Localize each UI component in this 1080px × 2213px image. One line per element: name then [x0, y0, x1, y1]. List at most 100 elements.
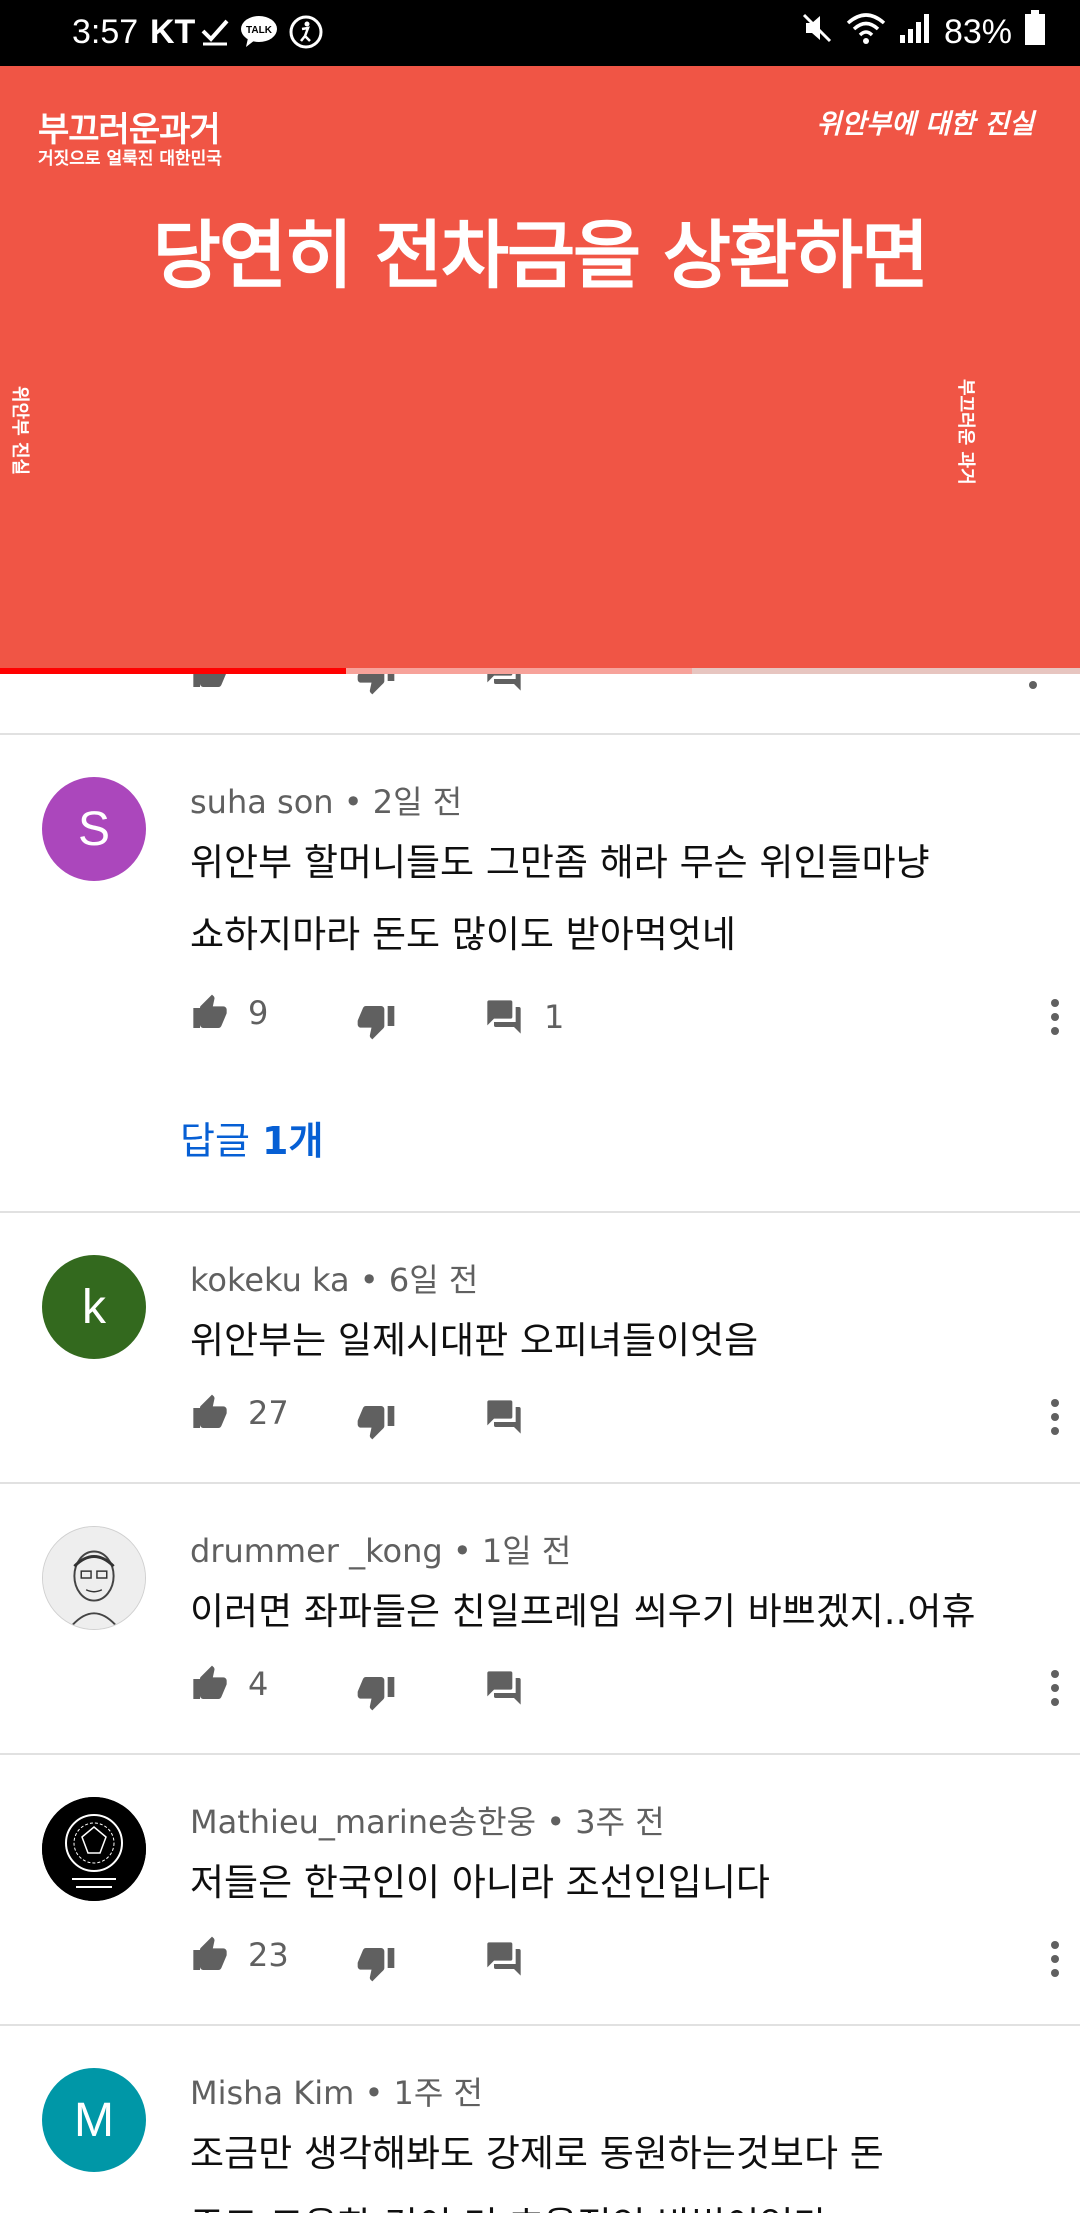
comment-line: 쇼하지마라 돈도 많이도 받아먹엇네 [190, 913, 736, 956]
status-time: 3:57 [72, 13, 139, 51]
status-carrier: KT [150, 13, 196, 51]
replies-link-count: 1개 [262, 1119, 324, 1163]
like-button[interactable]: 9 [190, 993, 268, 1033]
comment-line: 조금만 생각해봐도 강제로 동원하는것보다 돈 [190, 2132, 884, 2175]
sketch-portrait-avatar-icon [43, 1527, 145, 1629]
meta-separator: • [442, 1532, 482, 1570]
dislike-button[interactable] [356, 1943, 396, 1983]
meta-separator: • [354, 2074, 394, 2112]
dislike-button[interactable] [356, 1672, 396, 1712]
more-options-icon[interactable] [1028, 674, 1038, 694]
meta-separator: • [333, 783, 373, 821]
status-right: 83% [800, 10, 1046, 55]
reply-icon[interactable] [484, 674, 524, 698]
accessibility-icon [288, 14, 324, 59]
comment-author[interactable]: drummer _kong [190, 1532, 443, 1570]
video-side-text-right: 부끄러운 과거 [955, 379, 977, 485]
dislike-icon[interactable] [356, 674, 396, 700]
signal-icon [898, 11, 932, 54]
view-replies-link[interactable]: 답글 1개 [180, 1110, 323, 1165]
reply-button[interactable] [484, 1939, 524, 1979]
talk-icon: TALK [240, 14, 278, 57]
like-icon[interactable] [190, 674, 230, 696]
club-badge-avatar-icon [42, 1797, 146, 1901]
avatar[interactable]: k [42, 1255, 146, 1359]
comment-actions: 23 [190, 1935, 1060, 1985]
like-count: 27 [248, 1394, 289, 1432]
like-count: 4 [248, 1665, 269, 1703]
comment: S suha son • 2일 전 위안부 할머니들도 그만좀 해라 무슨 위인… [0, 735, 1080, 1209]
meta-separator: • [349, 1261, 389, 1299]
reply-count: 1 [544, 998, 565, 1036]
dislike-button[interactable] [356, 1401, 396, 1441]
video-headline: 당연히 전차금을 상환하면 [152, 213, 929, 299]
comment-meta: suha son • 2일 전 [190, 777, 462, 823]
comment-time[interactable]: 3주 전 [575, 1803, 664, 1841]
comment: k kokeku ka • 6일 전 위안부는 일제시대판 오피녀들이엇음 27 [0, 1213, 1080, 1483]
partial-action-row [0, 674, 1080, 734]
comment: drummer _kong • 1일 전 이러면 좌파들은 친일프레임 씌우기 … [0, 1484, 1080, 1754]
video-corner-text: 위안부에 대한 진실 [816, 109, 1034, 140]
comment-author[interactable]: kokeku ka [190, 1261, 350, 1299]
comment-actions: 4 [190, 1664, 1060, 1714]
comment-text: 위안부는 일제시대판 오피녀들이엇음 [190, 1305, 1050, 1377]
comment-time[interactable]: 6일 전 [389, 1261, 478, 1299]
avatar[interactable]: M [42, 2068, 146, 2172]
more-options-button[interactable] [1050, 997, 1060, 1041]
like-button[interactable]: 23 [190, 1935, 289, 1975]
comment-meta: drummer _kong • 1일 전 [190, 1526, 571, 1572]
avatar[interactable] [42, 1797, 146, 1901]
svg-text:TALK: TALK [246, 25, 273, 36]
dislike-icon [357, 1677, 395, 1711]
video-player[interactable]: 부끄러운과거 거짓으로 얼룩진 대한민국 위안부에 대한 진실 당연히 전차금을… [0, 66, 1080, 674]
like-button[interactable]: 27 [190, 1393, 289, 1433]
more-options-icon [1051, 1399, 1059, 1435]
wifi-icon [846, 11, 886, 54]
video-side-text-left: 위안부 진실 [9, 386, 30, 476]
comment-line: 위안부는 일제시대판 오피녀들이엇음 [190, 1319, 759, 1362]
dislike-button[interactable] [356, 1001, 396, 1041]
reply-button[interactable] [484, 1668, 524, 1708]
comment-time[interactable]: 2일 전 [373, 783, 462, 821]
comment-author[interactable]: Mathieu_marine송한웅 [190, 1803, 536, 1841]
dislike-icon [357, 1406, 395, 1440]
channel-logo-subtitle: 거짓으로 얼룩진 대한민국 [38, 149, 222, 169]
reply-icon [487, 1000, 521, 1034]
avatar[interactable]: S [42, 777, 146, 881]
like-icon [193, 994, 227, 1028]
comment-meta: Mathieu_marine송한웅 • 3주 전 [190, 1797, 665, 1843]
comment-author[interactable]: Misha Kim [190, 2074, 354, 2112]
more-options-icon [1051, 1670, 1059, 1706]
avatar-letter: S [77, 802, 110, 856]
comment: M Misha Kim • 1주 전 조금만 생각해봐도 강제로 동원하는것보다… [0, 2026, 1080, 2213]
like-button[interactable]: 4 [190, 1664, 268, 1704]
comment-line: 위안부 할머니들도 그만좀 해라 무슨 위인들마냥 [190, 841, 930, 884]
comment-actions: 27 [190, 1393, 1060, 1443]
replies-link-prefix: 답글 [180, 1119, 262, 1163]
more-options-button[interactable] [1050, 1939, 1060, 1983]
like-count: 9 [248, 994, 269, 1032]
comment-line: 이러면 좌파들은 친일프레임 씌우기 바쁘겠지..어휴 [190, 1590, 976, 1633]
reply-button[interactable] [484, 1397, 524, 1437]
comment-time[interactable]: 1주 전 [394, 2074, 483, 2112]
like-icon [193, 1936, 227, 1970]
mute-icon [800, 11, 834, 54]
comment-text: 저들은 한국인이 아니라 조선인입니다 [190, 1847, 1050, 1919]
more-options-button[interactable] [1050, 1668, 1060, 1712]
more-options-button[interactable] [1050, 1397, 1060, 1441]
dislike-icon [357, 1948, 395, 1982]
comment-text: 이러면 좌파들은 친일프레임 씌우기 바쁘겠지..어휴 [190, 1576, 1050, 1648]
avatar-letter: k [82, 1280, 106, 1334]
dislike-icon [357, 1006, 395, 1040]
like-count: 23 [248, 1936, 289, 1974]
comment-meta: kokeku ka • 6일 전 [190, 1255, 478, 1301]
comment-text: 조금만 생각해봐도 강제로 동원하는것보다 돈 주고 고용한 것이 더 효율적인… [190, 2118, 1050, 2213]
avatar-letter: M [74, 2093, 114, 2147]
comment-time[interactable]: 1일 전 [482, 1532, 571, 1570]
like-icon [193, 1665, 227, 1699]
comment-author[interactable]: suha son [190, 783, 334, 821]
reply-button[interactable]: 1 [484, 997, 564, 1037]
status-bar: 3:57 KT TALK 83% [0, 0, 1080, 66]
avatar[interactable] [42, 1526, 146, 1630]
reply-icon [487, 1671, 521, 1705]
